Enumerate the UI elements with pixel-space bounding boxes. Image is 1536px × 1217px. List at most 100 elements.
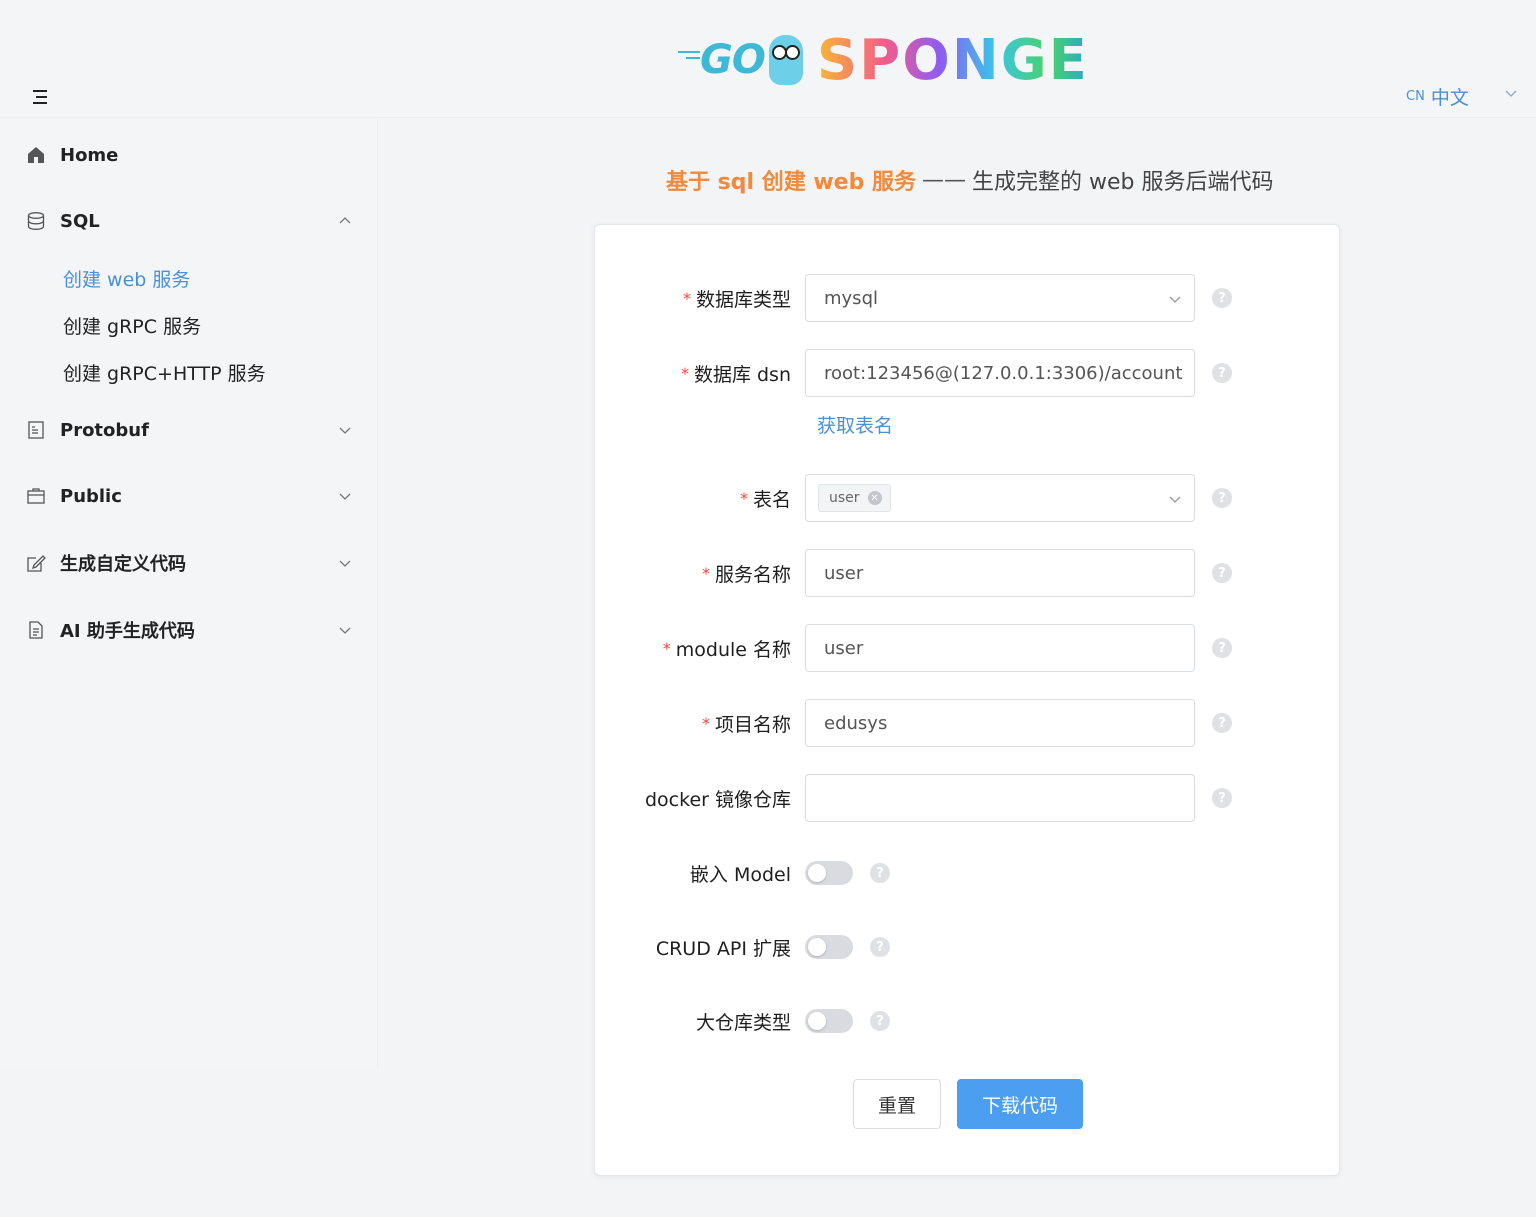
menu-toggle-icon[interactable] xyxy=(30,88,50,106)
required-mark: * xyxy=(680,363,689,383)
sidebar-item-label: 生成自定义代码 xyxy=(60,554,186,575)
required-mark: * xyxy=(739,488,748,508)
field-label: * 表名 xyxy=(740,474,791,522)
file-icon xyxy=(29,621,43,639)
project-name-value: edusys xyxy=(824,712,888,734)
sidebar-nav: Home SQL 创建 web 服务 创建 gRPC 服务 创建 gRPC+HT… xyxy=(0,119,378,1069)
form-row-db-type: * 数据库类型 mysql ? xyxy=(595,274,1341,322)
form-row-service-name: * 服务名称 user ? xyxy=(595,549,1341,597)
help-icon[interactable]: ? xyxy=(1212,788,1232,808)
crud-api-toggle[interactable] xyxy=(805,935,853,959)
help-icon[interactable]: ? xyxy=(1212,713,1232,733)
field-label: * 数据库类型 xyxy=(683,274,791,322)
page-title-separator: —— xyxy=(922,167,967,193)
field-label: 大仓库类型 xyxy=(696,997,791,1045)
help-icon[interactable]: ? xyxy=(1212,638,1232,658)
help-icon[interactable]: ? xyxy=(870,937,890,957)
service-name-value: user xyxy=(824,562,864,584)
module-name-value: user xyxy=(824,637,864,659)
form-row-embed-model: 嵌入 Model ? xyxy=(595,849,1341,897)
chevron-down-icon xyxy=(339,627,351,634)
field-label-text: 数据库类型 xyxy=(695,288,791,311)
required-mark: * xyxy=(682,288,691,308)
table-tag: user ✕ xyxy=(818,484,891,512)
field-label: * module 名称 xyxy=(663,624,791,672)
field-label: * 项目名称 xyxy=(702,699,791,747)
db-type-value: mysql xyxy=(824,287,878,309)
project-name-input[interactable]: edusys xyxy=(805,699,1195,747)
form-row-table-name: * 表名 user ✕ ? xyxy=(595,474,1341,522)
sidebar-subitem-create-grpc-http[interactable]: 创建 gRPC+HTTP 服务 xyxy=(0,352,378,392)
help-icon[interactable]: ? xyxy=(1212,288,1232,308)
sidebar-item-label: SQL xyxy=(60,210,100,232)
sidebar-item-label: AI 助手生成代码 xyxy=(60,621,195,642)
form-row-mono-repo: 大仓库类型 ? xyxy=(595,997,1341,1045)
logo-go-text: GO xyxy=(678,37,766,83)
page-title-subtitle: 生成完整的 web 服务后端代码 xyxy=(972,170,1274,195)
field-label: docker 镜像仓库 xyxy=(645,774,791,822)
field-label-text: 服务名称 xyxy=(714,563,791,586)
download-code-button[interactable]: 下载代码 xyxy=(957,1079,1083,1129)
reset-button[interactable]: 重置 xyxy=(853,1079,941,1129)
sidebar-item-label: Protobuf xyxy=(60,419,149,441)
chevron-down-icon xyxy=(1169,296,1181,303)
table-tag-label: user xyxy=(829,490,860,506)
fetch-tables-link[interactable]: 获取表名 xyxy=(817,411,893,438)
sidebar-item-home[interactable]: Home xyxy=(0,133,378,177)
module-name-input[interactable]: user xyxy=(805,624,1195,672)
home-icon xyxy=(28,147,44,163)
gopher-mascot-icon xyxy=(768,35,803,85)
page-title: 基于 sql 创建 web 服务 —— 生成完整的 web 服务后端代码 xyxy=(666,164,1274,196)
help-icon[interactable]: ? xyxy=(1212,563,1232,583)
field-label-text: 嵌入 Model xyxy=(689,863,791,886)
document-icon xyxy=(28,421,44,439)
field-label-text: docker 镜像仓库 xyxy=(645,788,791,811)
language-label: 中文 xyxy=(1430,86,1469,109)
sidebar-item-ai-assistant[interactable]: AI 助手生成代码 xyxy=(0,608,378,652)
logo-sponge-text: SPONGE xyxy=(816,27,1089,93)
field-label-text: CRUD API 扩展 xyxy=(655,937,791,960)
db-dsn-input[interactable]: root:123456@(127.0.0.1:3306)/account xyxy=(805,349,1195,397)
help-icon[interactable]: ? xyxy=(1212,363,1232,383)
docker-repo-input[interactable] xyxy=(805,774,1195,822)
form-row-crud-api: CRUD API 扩展 ? xyxy=(595,923,1341,971)
speed-lines-icon xyxy=(678,51,700,65)
app-header: GO SPONGE CN 中文 xyxy=(0,0,1536,118)
sponge-logo[interactable]: GO SPONGE xyxy=(678,27,1120,93)
field-label-text: module 名称 xyxy=(675,638,791,661)
field-label: 嵌入 Model xyxy=(690,849,791,897)
service-name-input[interactable]: user xyxy=(805,549,1195,597)
required-mark: * xyxy=(701,563,710,583)
sidebar-item-custom-code[interactable]: 生成自定义代码 xyxy=(0,541,378,585)
chevron-down-icon xyxy=(339,560,351,567)
chevron-down-icon xyxy=(339,493,351,500)
sidebar-item-protobuf[interactable]: Protobuf xyxy=(0,408,378,452)
page-title-accent: 基于 sql 创建 web 服务 xyxy=(666,170,917,195)
mono-repo-toggle[interactable] xyxy=(805,1009,853,1033)
sidebar-subitem-create-web[interactable]: 创建 web 服务 xyxy=(0,258,378,298)
sidebar-subitem-create-grpc[interactable]: 创建 gRPC 服务 xyxy=(0,305,378,345)
required-mark: * xyxy=(701,713,710,733)
briefcase-icon xyxy=(27,488,45,504)
table-name-multiselect[interactable]: user ✕ xyxy=(805,474,1195,522)
database-icon xyxy=(27,212,45,230)
field-label-text: 表名 xyxy=(752,488,791,511)
sidebar-item-sql[interactable]: SQL xyxy=(0,199,378,243)
chevron-up-icon xyxy=(339,217,351,224)
sidebar-item-label: Home xyxy=(60,144,119,166)
help-icon[interactable]: ? xyxy=(870,1011,890,1031)
tag-close-icon[interactable]: ✕ xyxy=(867,491,882,505)
help-icon[interactable]: ? xyxy=(870,863,890,883)
embed-model-toggle[interactable] xyxy=(805,861,853,885)
form-row-project-name: * 项目名称 edusys ? xyxy=(595,699,1341,747)
field-label: * 服务名称 xyxy=(702,549,791,597)
language-selector[interactable]: CN 中文 xyxy=(1406,82,1517,110)
help-icon[interactable]: ? xyxy=(1212,488,1232,508)
chevron-down-icon xyxy=(1505,90,1517,97)
field-label-text: 大仓库类型 xyxy=(695,1011,791,1034)
edit-icon xyxy=(27,555,46,572)
db-dsn-value: root:123456@(127.0.0.1:3306)/account xyxy=(824,362,1183,384)
sidebar-item-public[interactable]: Public xyxy=(0,474,378,518)
required-mark: * xyxy=(662,638,671,658)
db-type-select[interactable]: mysql xyxy=(805,274,1195,322)
